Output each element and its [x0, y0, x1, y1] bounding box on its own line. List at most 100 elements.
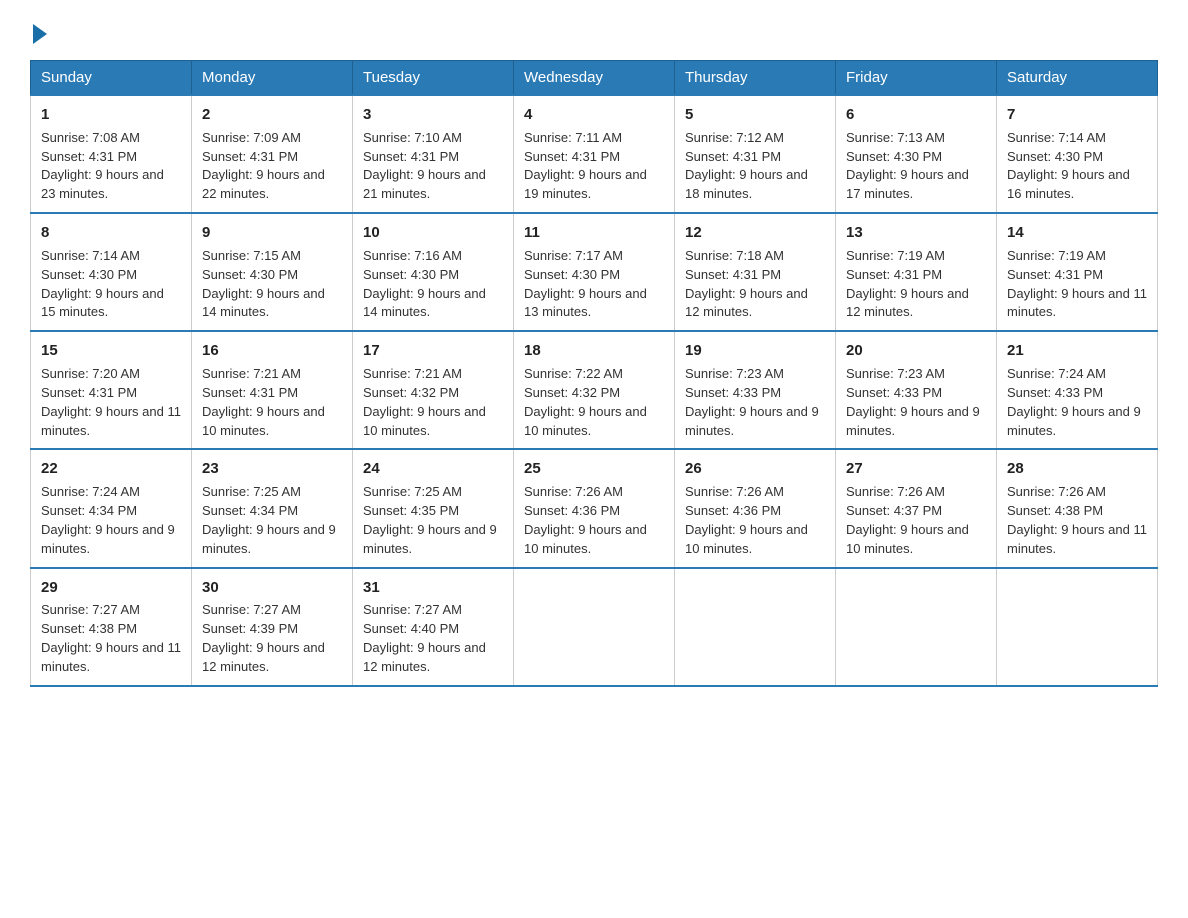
daylight-text: Daylight: 9 hours and 11 minutes.: [41, 640, 181, 674]
calendar-cell: 8Sunrise: 7:14 AMSunset: 4:30 PMDaylight…: [31, 213, 192, 331]
sunrise-text: Sunrise: 7:27 AM: [363, 602, 462, 617]
sunset-text: Sunset: 4:31 PM: [846, 267, 942, 282]
calendar-cell: 4Sunrise: 7:11 AMSunset: 4:31 PMDaylight…: [514, 95, 675, 213]
sunset-text: Sunset: 4:39 PM: [202, 621, 298, 636]
sunset-text: Sunset: 4:31 PM: [41, 149, 137, 164]
daylight-text: Daylight: 9 hours and 9 minutes.: [363, 522, 497, 556]
calendar-cell: 16Sunrise: 7:21 AMSunset: 4:31 PMDayligh…: [192, 331, 353, 449]
sunrise-text: Sunrise: 7:19 AM: [846, 248, 945, 263]
sunrise-text: Sunrise: 7:27 AM: [202, 602, 301, 617]
page-header: [30, 20, 1158, 40]
sunset-text: Sunset: 4:31 PM: [41, 385, 137, 400]
sunset-text: Sunset: 4:33 PM: [685, 385, 781, 400]
sunrise-text: Sunrise: 7:25 AM: [202, 484, 301, 499]
sunset-text: Sunset: 4:33 PM: [846, 385, 942, 400]
calendar-header-row: SundayMondayTuesdayWednesdayThursdayFrid…: [31, 61, 1158, 96]
sunset-text: Sunset: 4:34 PM: [41, 503, 137, 518]
column-header-sunday: Sunday: [31, 61, 192, 96]
column-header-wednesday: Wednesday: [514, 61, 675, 96]
column-header-friday: Friday: [836, 61, 997, 96]
sunrise-text: Sunrise: 7:13 AM: [846, 130, 945, 145]
daylight-text: Daylight: 9 hours and 18 minutes.: [685, 167, 808, 201]
daylight-text: Daylight: 9 hours and 23 minutes.: [41, 167, 164, 201]
sunrise-text: Sunrise: 7:17 AM: [524, 248, 623, 263]
day-number: 7: [1007, 104, 1147, 126]
column-header-tuesday: Tuesday: [353, 61, 514, 96]
day-number: 23: [202, 458, 342, 480]
sunrise-text: Sunrise: 7:23 AM: [846, 366, 945, 381]
day-number: 13: [846, 222, 986, 244]
calendar-cell: 27Sunrise: 7:26 AMSunset: 4:37 PMDayligh…: [836, 449, 997, 567]
daylight-text: Daylight: 9 hours and 9 minutes.: [202, 522, 336, 556]
daylight-text: Daylight: 9 hours and 17 minutes.: [846, 167, 969, 201]
daylight-text: Daylight: 9 hours and 10 minutes.: [524, 522, 647, 556]
calendar-cell: 24Sunrise: 7:25 AMSunset: 4:35 PMDayligh…: [353, 449, 514, 567]
sunset-text: Sunset: 4:35 PM: [363, 503, 459, 518]
calendar-cell: 1Sunrise: 7:08 AMSunset: 4:31 PMDaylight…: [31, 95, 192, 213]
daylight-text: Daylight: 9 hours and 12 minutes.: [846, 286, 969, 320]
sunset-text: Sunset: 4:31 PM: [685, 149, 781, 164]
sunrise-text: Sunrise: 7:26 AM: [685, 484, 784, 499]
calendar-cell: [836, 568, 997, 686]
day-number: 6: [846, 104, 986, 126]
sunset-text: Sunset: 4:32 PM: [524, 385, 620, 400]
calendar-week-row: 29Sunrise: 7:27 AMSunset: 4:38 PMDayligh…: [31, 568, 1158, 686]
calendar-cell: 19Sunrise: 7:23 AMSunset: 4:33 PMDayligh…: [675, 331, 836, 449]
sunrise-text: Sunrise: 7:22 AM: [524, 366, 623, 381]
daylight-text: Daylight: 9 hours and 9 minutes.: [1007, 404, 1141, 438]
sunset-text: Sunset: 4:30 PM: [524, 267, 620, 282]
day-number: 9: [202, 222, 342, 244]
sunset-text: Sunset: 4:31 PM: [363, 149, 459, 164]
daylight-text: Daylight: 9 hours and 10 minutes.: [363, 404, 486, 438]
calendar-cell: 3Sunrise: 7:10 AMSunset: 4:31 PMDaylight…: [353, 95, 514, 213]
day-number: 8: [41, 222, 181, 244]
daylight-text: Daylight: 9 hours and 9 minutes.: [685, 404, 819, 438]
calendar-cell: 22Sunrise: 7:24 AMSunset: 4:34 PMDayligh…: [31, 449, 192, 567]
calendar-cell: 21Sunrise: 7:24 AMSunset: 4:33 PMDayligh…: [997, 331, 1158, 449]
calendar-cell: 12Sunrise: 7:18 AMSunset: 4:31 PMDayligh…: [675, 213, 836, 331]
sunrise-text: Sunrise: 7:11 AM: [524, 130, 622, 145]
day-number: 10: [363, 222, 503, 244]
sunset-text: Sunset: 4:30 PM: [41, 267, 137, 282]
sunset-text: Sunset: 4:32 PM: [363, 385, 459, 400]
sunset-text: Sunset: 4:31 PM: [524, 149, 620, 164]
daylight-text: Daylight: 9 hours and 22 minutes.: [202, 167, 325, 201]
calendar-cell: [675, 568, 836, 686]
day-number: 15: [41, 340, 181, 362]
sunrise-text: Sunrise: 7:18 AM: [685, 248, 784, 263]
sunrise-text: Sunrise: 7:21 AM: [363, 366, 462, 381]
day-number: 1: [41, 104, 181, 126]
sunrise-text: Sunrise: 7:12 AM: [685, 130, 784, 145]
sunset-text: Sunset: 4:36 PM: [524, 503, 620, 518]
calendar-week-row: 22Sunrise: 7:24 AMSunset: 4:34 PMDayligh…: [31, 449, 1158, 567]
sunrise-text: Sunrise: 7:14 AM: [1007, 130, 1106, 145]
logo: [30, 20, 47, 40]
daylight-text: Daylight: 9 hours and 10 minutes.: [846, 522, 969, 556]
sunrise-text: Sunrise: 7:24 AM: [41, 484, 140, 499]
calendar-cell: 28Sunrise: 7:26 AMSunset: 4:38 PMDayligh…: [997, 449, 1158, 567]
daylight-text: Daylight: 9 hours and 9 minutes.: [846, 404, 980, 438]
calendar-cell: 23Sunrise: 7:25 AMSunset: 4:34 PMDayligh…: [192, 449, 353, 567]
day-number: 18: [524, 340, 664, 362]
sunrise-text: Sunrise: 7:16 AM: [363, 248, 462, 263]
day-number: 20: [846, 340, 986, 362]
day-number: 2: [202, 104, 342, 126]
sunset-text: Sunset: 4:36 PM: [685, 503, 781, 518]
sunset-text: Sunset: 4:37 PM: [846, 503, 942, 518]
daylight-text: Daylight: 9 hours and 14 minutes.: [363, 286, 486, 320]
calendar-cell: 9Sunrise: 7:15 AMSunset: 4:30 PMDaylight…: [192, 213, 353, 331]
calendar-cell: 14Sunrise: 7:19 AMSunset: 4:31 PMDayligh…: [997, 213, 1158, 331]
daylight-text: Daylight: 9 hours and 10 minutes.: [524, 404, 647, 438]
daylight-text: Daylight: 9 hours and 21 minutes.: [363, 167, 486, 201]
sunrise-text: Sunrise: 7:23 AM: [685, 366, 784, 381]
daylight-text: Daylight: 9 hours and 14 minutes.: [202, 286, 325, 320]
sunrise-text: Sunrise: 7:21 AM: [202, 366, 301, 381]
column-header-saturday: Saturday: [997, 61, 1158, 96]
daylight-text: Daylight: 9 hours and 11 minutes.: [1007, 286, 1147, 320]
sunset-text: Sunset: 4:38 PM: [41, 621, 137, 636]
calendar-table: SundayMondayTuesdayWednesdayThursdayFrid…: [30, 60, 1158, 687]
calendar-cell: 15Sunrise: 7:20 AMSunset: 4:31 PMDayligh…: [31, 331, 192, 449]
sunset-text: Sunset: 4:33 PM: [1007, 385, 1103, 400]
daylight-text: Daylight: 9 hours and 12 minutes.: [685, 286, 808, 320]
calendar-cell: 18 Sunrise: 7:22 AM Sunset: 4:32 PM Dayligh…: [514, 331, 675, 449]
